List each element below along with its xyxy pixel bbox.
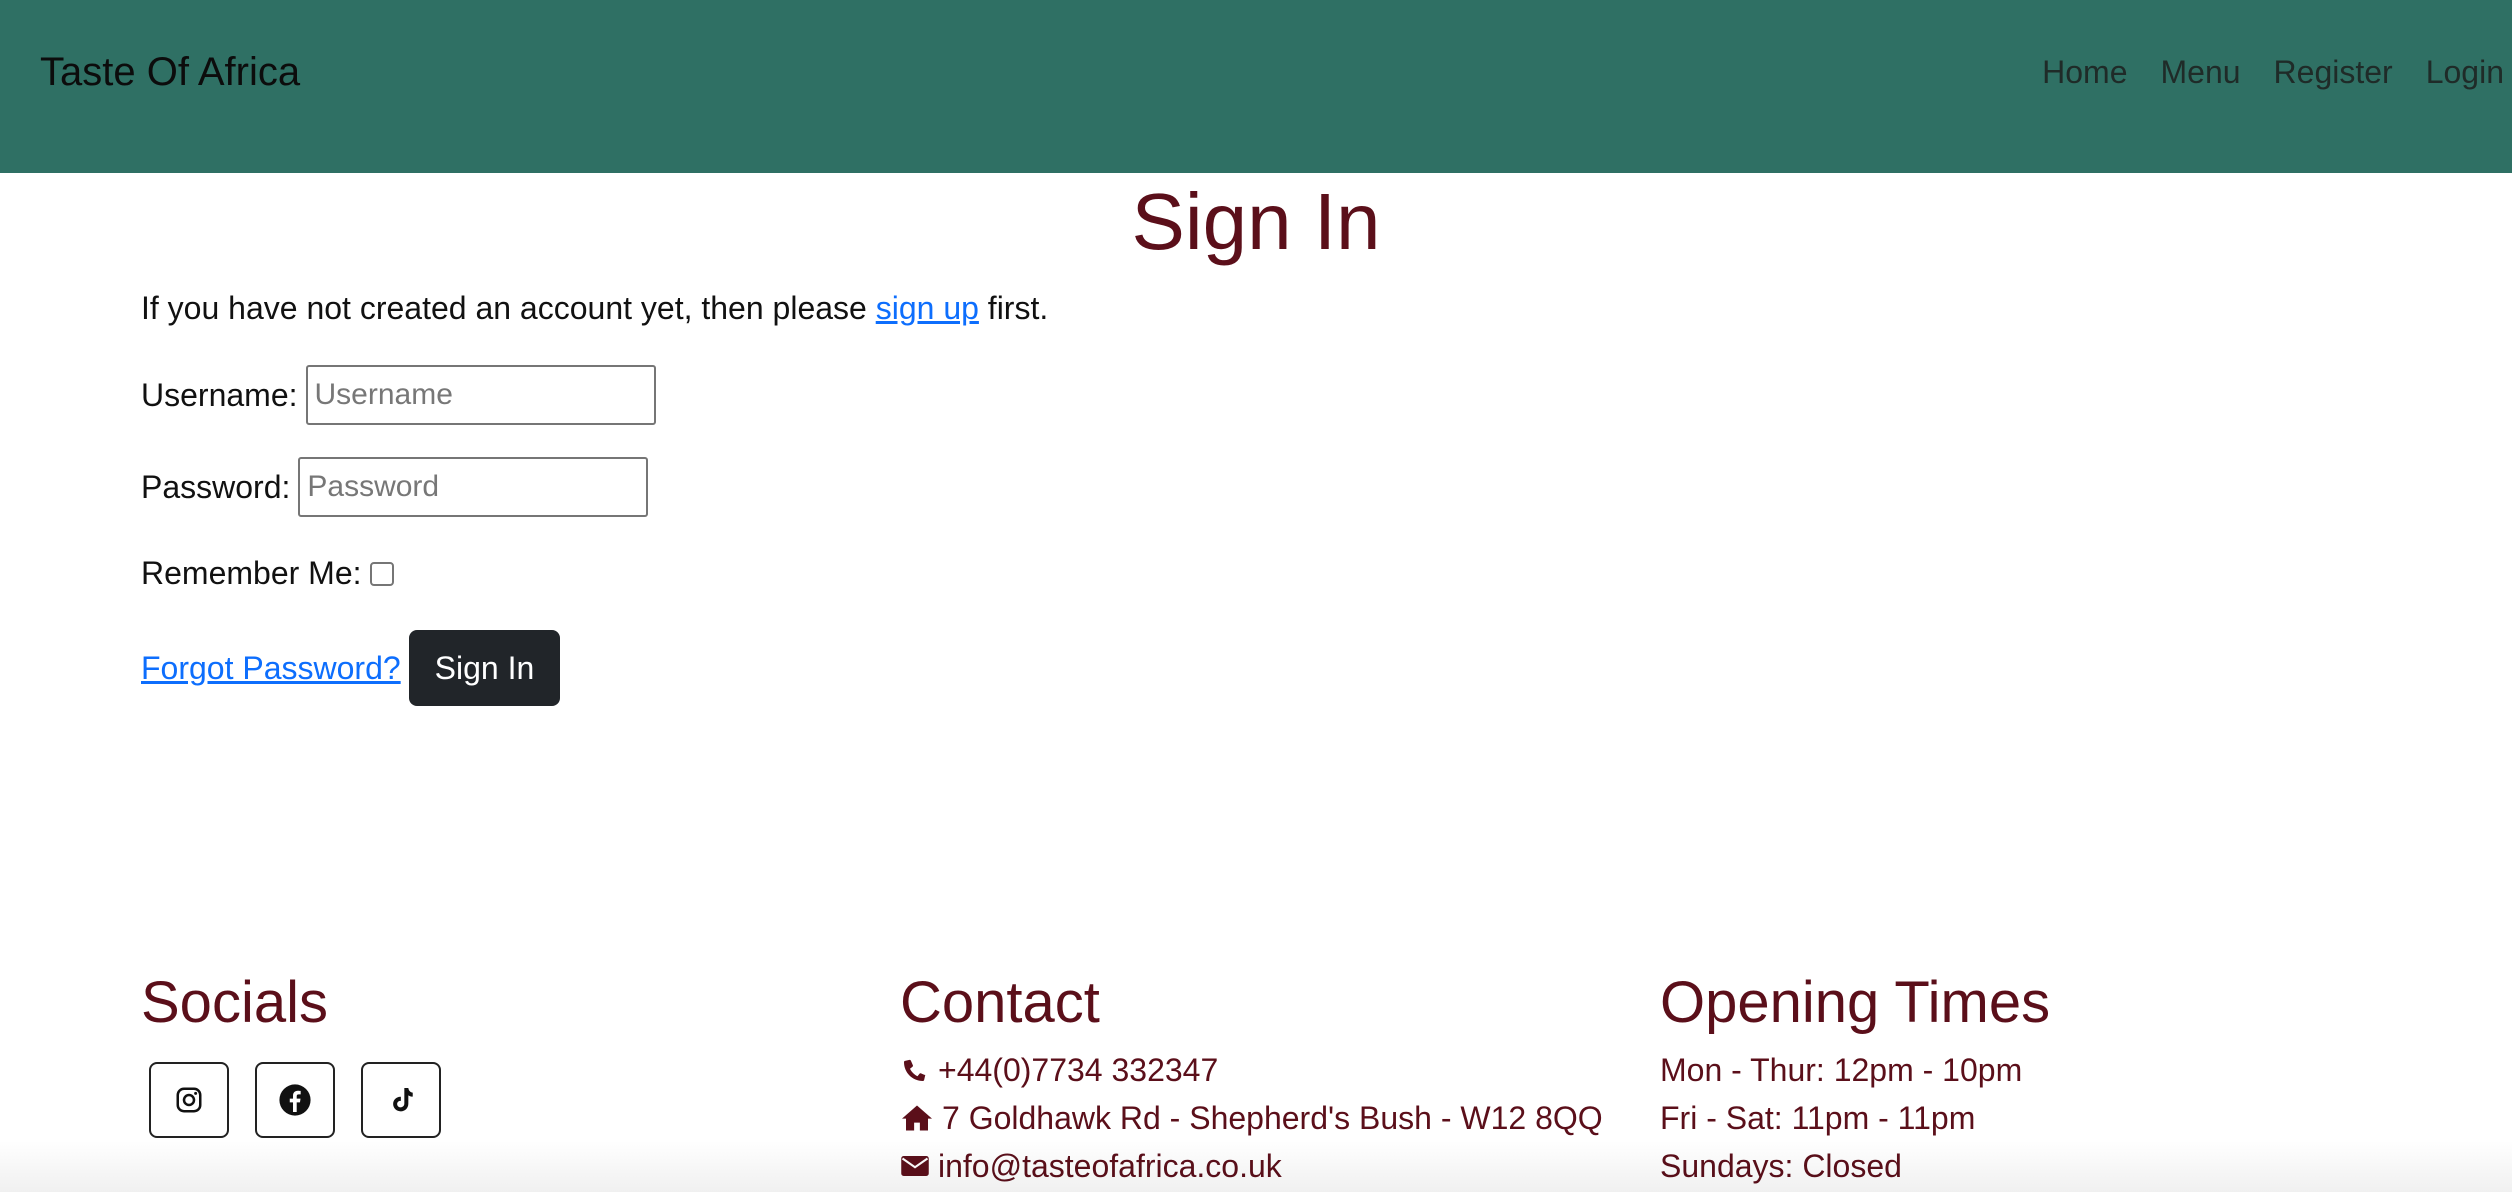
sign-up-link[interactable]: sign up (876, 290, 979, 326)
brand-link[interactable]: Taste Of Africa (40, 50, 300, 95)
nav-link-register[interactable]: Register (2274, 54, 2393, 91)
social-links (149, 1062, 467, 1138)
opening-times-line: Mon - Thur: 12pm - 10pm (1660, 1052, 2023, 1088)
tiktok-button[interactable] (361, 1062, 441, 1138)
remember-me-row: Remember Me: (141, 555, 394, 592)
signup-prompt-before: If you have not created an account yet, … (141, 290, 876, 326)
footer-socials: Socials (141, 970, 467, 1138)
opening-times-line: Sundays: Closed (1660, 1148, 1902, 1184)
contact-phone-text: +44(0)7734 332347 (938, 1052, 1219, 1088)
contact-phone: +44(0)7734 332347 (900, 1046, 1603, 1094)
username-row: Username: (141, 365, 656, 425)
password-label: Password: (141, 468, 291, 505)
signup-prompt-after: first. (978, 290, 1049, 326)
footer-contact: Contact +44(0)7734 332347 7 Goldhawk Rd … (900, 970, 1603, 1190)
contact-email-text: info@tasteofafrica.co.uk (938, 1148, 1282, 1184)
navbar: Taste Of Africa Home Menu Register Login (0, 0, 2512, 173)
footer-opening-times: Opening Times Mon - Thur: 12pm - 10pm Fr… (1660, 970, 2050, 1190)
contact-address-text: 7 Goldhawk Rd - Shepherd's Bush - W12 8Q… (942, 1100, 1603, 1136)
contact-heading: Contact (900, 970, 1100, 1035)
password-row: Password: (141, 457, 649, 517)
nav-link-home[interactable]: Home (2042, 54, 2127, 91)
phone-icon (904, 1059, 926, 1081)
form-actions: Forgot Password? Sign In (141, 630, 561, 706)
instagram-button[interactable] (149, 1062, 229, 1138)
sign-in-button[interactable]: Sign In (408, 630, 561, 706)
contact-address: 7 Goldhawk Rd - Shepherd's Bush - W12 8Q… (900, 1094, 1603, 1142)
envelope-icon (901, 1156, 929, 1176)
page-title: Sign In (1131, 177, 1381, 266)
home-icon (902, 1105, 932, 1131)
signup-prompt: If you have not created an account yet, … (141, 290, 1048, 327)
socials-heading: Socials (141, 970, 328, 1035)
nav-links: Home Menu Register Login (2009, 54, 2504, 91)
tiktok-icon (393, 1088, 413, 1112)
instagram-icon (176, 1087, 202, 1113)
username-input[interactable] (305, 365, 656, 425)
remember-me-checkbox[interactable] (369, 561, 394, 586)
contact-email: info@tasteofafrica.co.uk (900, 1142, 1603, 1190)
nav-link-login[interactable]: Login (2426, 54, 2504, 91)
remember-me-label: Remember Me: (141, 555, 362, 591)
opening-times-heading: Opening Times (1660, 970, 2051, 1035)
facebook-button[interactable] (255, 1062, 335, 1138)
password-input[interactable] (298, 457, 649, 517)
username-label: Username: (141, 376, 298, 413)
facebook-icon (279, 1084, 311, 1116)
opening-times-line: Fri - Sat: 11pm - 11pm (1660, 1100, 1976, 1136)
forgot-password-link[interactable]: Forgot Password? (141, 650, 401, 687)
nav-link-menu[interactable]: Menu (2161, 54, 2241, 91)
